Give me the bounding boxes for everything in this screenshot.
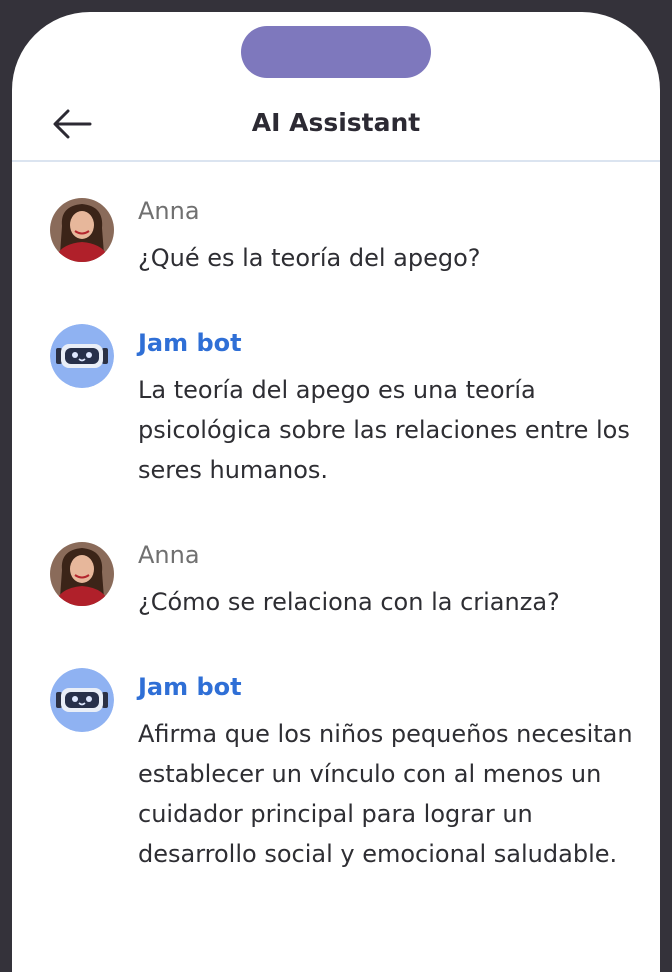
message-text: Afirma que los niños pequeños necesitan … <box>138 720 633 868</box>
sender-name: Anna <box>138 541 200 569</box>
phone-screen: AI Assistant Anna ¿Qué es la teoría del … <box>12 12 660 972</box>
robot-icon <box>50 668 114 732</box>
page-title: AI Assistant <box>251 108 421 137</box>
sender-name: Anna <box>138 197 200 225</box>
chat-header: AI Assistant <box>12 92 660 162</box>
message-text: ¿Cómo se relaciona con la crianza? <box>138 588 560 616</box>
avatar <box>50 542 114 606</box>
sender-name: Jam bot <box>138 673 242 701</box>
bot-avatar <box>50 324 114 388</box>
robot-icon <box>50 324 114 388</box>
bot-avatar <box>50 668 114 732</box>
message-text: La teoría del apego es una teoría psicol… <box>138 376 630 484</box>
avatar <box>50 198 114 262</box>
message-text: ¿Qué es la teoría del apego? <box>138 244 481 272</box>
dynamic-island <box>241 26 431 78</box>
sender-name: Jam bot <box>138 329 242 357</box>
